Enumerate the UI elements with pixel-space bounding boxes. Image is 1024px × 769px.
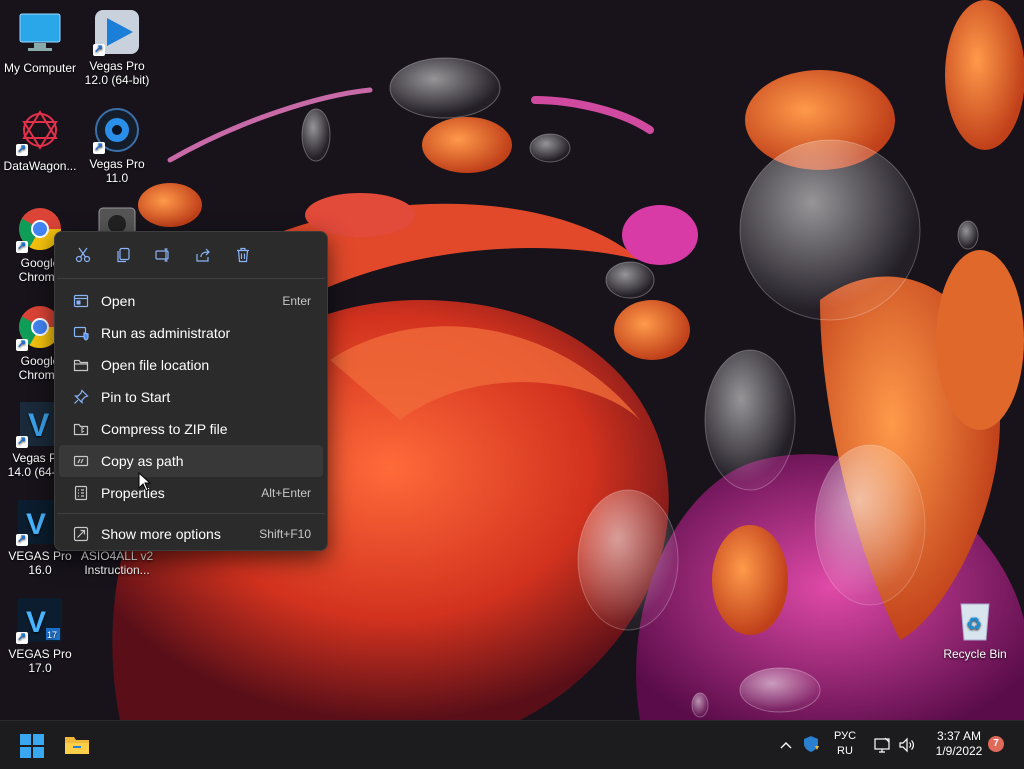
pin-icon <box>69 389 93 405</box>
folder-icon <box>65 737 89 754</box>
svg-text:V: V <box>26 508 46 541</box>
language-indicator[interactable]: РУС RU <box>828 729 862 759</box>
menu-item-show-more-options[interactable]: Show more options Shift+F10 <box>59 518 323 550</box>
menu-divider <box>57 513 325 514</box>
path-icon <box>69 453 93 469</box>
clock-date: 1/9/2022 <box>935 744 983 758</box>
folder-icon <box>69 357 93 373</box>
icon-label: Recycle Bin <box>943 647 1007 661</box>
zip-icon <box>69 421 93 437</box>
shortcut-arrow-icon <box>16 337 28 351</box>
monitor-icon <box>16 10 64 58</box>
menu-item-compress-to-zip[interactable]: Compress to ZIP file <box>59 413 323 445</box>
icon-label: VEGAS Pro 16.0 <box>8 549 72 577</box>
menu-item-label: Open <box>101 293 136 309</box>
cut-icon[interactable] <box>63 242 103 268</box>
share-icon[interactable] <box>183 242 223 268</box>
show-hidden-icons-button[interactable] <box>778 737 794 753</box>
clock-time: 3:37 AM <box>936 729 982 743</box>
network-icon <box>874 737 890 753</box>
menu-item-label: Show more options <box>101 526 221 542</box>
shield-icon <box>804 736 819 752</box>
menu-item-run-as-administrator[interactable]: Run as administrator <box>59 317 323 349</box>
shortcut-arrow-icon <box>16 434 28 448</box>
context-menu: Open Enter Run as administrator Open fil… <box>54 231 328 551</box>
delete-icon[interactable] <box>223 242 263 268</box>
menu-item-label: Properties <box>101 485 165 501</box>
context-menu-toolbar <box>55 232 327 272</box>
desktop-icon-recycle-bin[interactable]: ♻ Recycle Bin <box>935 596 1015 661</box>
vegas-play-icon <box>93 8 141 56</box>
chevron-up-icon <box>780 742 792 749</box>
language-code: РУС <box>833 730 857 742</box>
clock[interactable]: 3:37 AM 1/9/2022 <box>926 729 992 759</box>
copy-icon[interactable] <box>103 242 143 268</box>
desktop-icon-vegas-pro-12[interactable]: Vegas Pro 12.0 (64-bit) <box>77 8 157 87</box>
network-tray-button[interactable] <box>873 736 891 754</box>
menu-item-open-file-location[interactable]: Open file location <box>59 349 323 381</box>
keyboard-layout: RU <box>837 745 853 757</box>
start-button[interactable] <box>20 734 44 758</box>
menu-item-label: Run as administrator <box>101 325 231 341</box>
svg-text:V: V <box>26 606 46 639</box>
shortcut-arrow-icon <box>93 140 105 154</box>
shortcut-arrow-icon <box>16 532 28 546</box>
menu-item-label: Pin to Start <box>101 389 171 405</box>
icon-label: My Computer <box>3 61 77 75</box>
icon-label: Vegas Pro 11.0 <box>89 157 145 185</box>
menu-item-open[interactable]: Open Enter <box>59 285 323 317</box>
desktop-icon-my-computer[interactable]: My Computer <box>0 10 80 75</box>
menu-item-shortcut: Enter <box>282 294 311 308</box>
vegas-v-icon: V 17 <box>16 596 64 644</box>
shortcut-arrow-icon <box>16 239 28 253</box>
properties-icon <box>69 485 93 501</box>
rename-icon[interactable] <box>143 242 183 268</box>
menu-item-shortcut: Alt+Enter <box>261 486 311 500</box>
speaker-icon <box>899 737 914 753</box>
desktop-icon-datawagon[interactable]: DataWagon... <box>0 108 80 173</box>
desktop-icon-vegas-pro-17[interactable]: V17 VEGAS Pro 17.0 <box>0 596 80 675</box>
desktop-icon-vegas-pro-11[interactable]: Vegas Pro 11.0 <box>77 106 157 185</box>
svg-text:17: 17 <box>47 630 57 640</box>
vegas-lens-icon <box>93 106 141 154</box>
menu-item-label: Compress to ZIP file <box>101 421 228 437</box>
shield-icon <box>69 325 93 341</box>
icon-label: VEGAS Pro 17.0 <box>8 647 72 675</box>
icon-label: ASIO4ALL v2 Instruction... <box>80 549 154 577</box>
notification-badge[interactable]: 7 <box>988 736 1004 752</box>
menu-item-pin-to-start[interactable]: Pin to Start <box>59 381 323 413</box>
icon-label: Vegas Pro 12.0 (64-bit) <box>84 59 150 87</box>
menu-item-properties[interactable]: Properties Alt+Enter <box>59 477 323 509</box>
shortcut-arrow-icon <box>16 630 28 644</box>
datawagon-icon <box>16 108 64 156</box>
volume-tray-button[interactable] <box>898 736 916 754</box>
file-explorer-button[interactable] <box>64 733 90 757</box>
menu-item-label: Open file location <box>101 357 210 373</box>
svg-text:V: V <box>28 407 50 443</box>
mouse-cursor-icon <box>138 471 152 492</box>
svg-text:♻: ♻ <box>966 614 982 635</box>
icon-label: DataWagon... <box>3 159 77 173</box>
shortcut-arrow-icon <box>16 142 28 156</box>
shortcut-arrow-icon <box>93 42 105 56</box>
recycle-bin-icon: ♻ <box>951 596 999 644</box>
open-icon <box>69 293 93 309</box>
taskbar: РУС RU 3:37 AM 1/9/2022 <box>0 720 1024 769</box>
menu-item-copy-as-path[interactable]: Copy as path <box>59 445 323 477</box>
more-options-icon <box>69 526 93 542</box>
security-tray-button[interactable] <box>802 735 820 753</box>
menu-item-shortcut: Shift+F10 <box>259 527 311 541</box>
menu-item-label: Copy as path <box>101 453 184 469</box>
windows-logo-icon <box>20 734 44 758</box>
